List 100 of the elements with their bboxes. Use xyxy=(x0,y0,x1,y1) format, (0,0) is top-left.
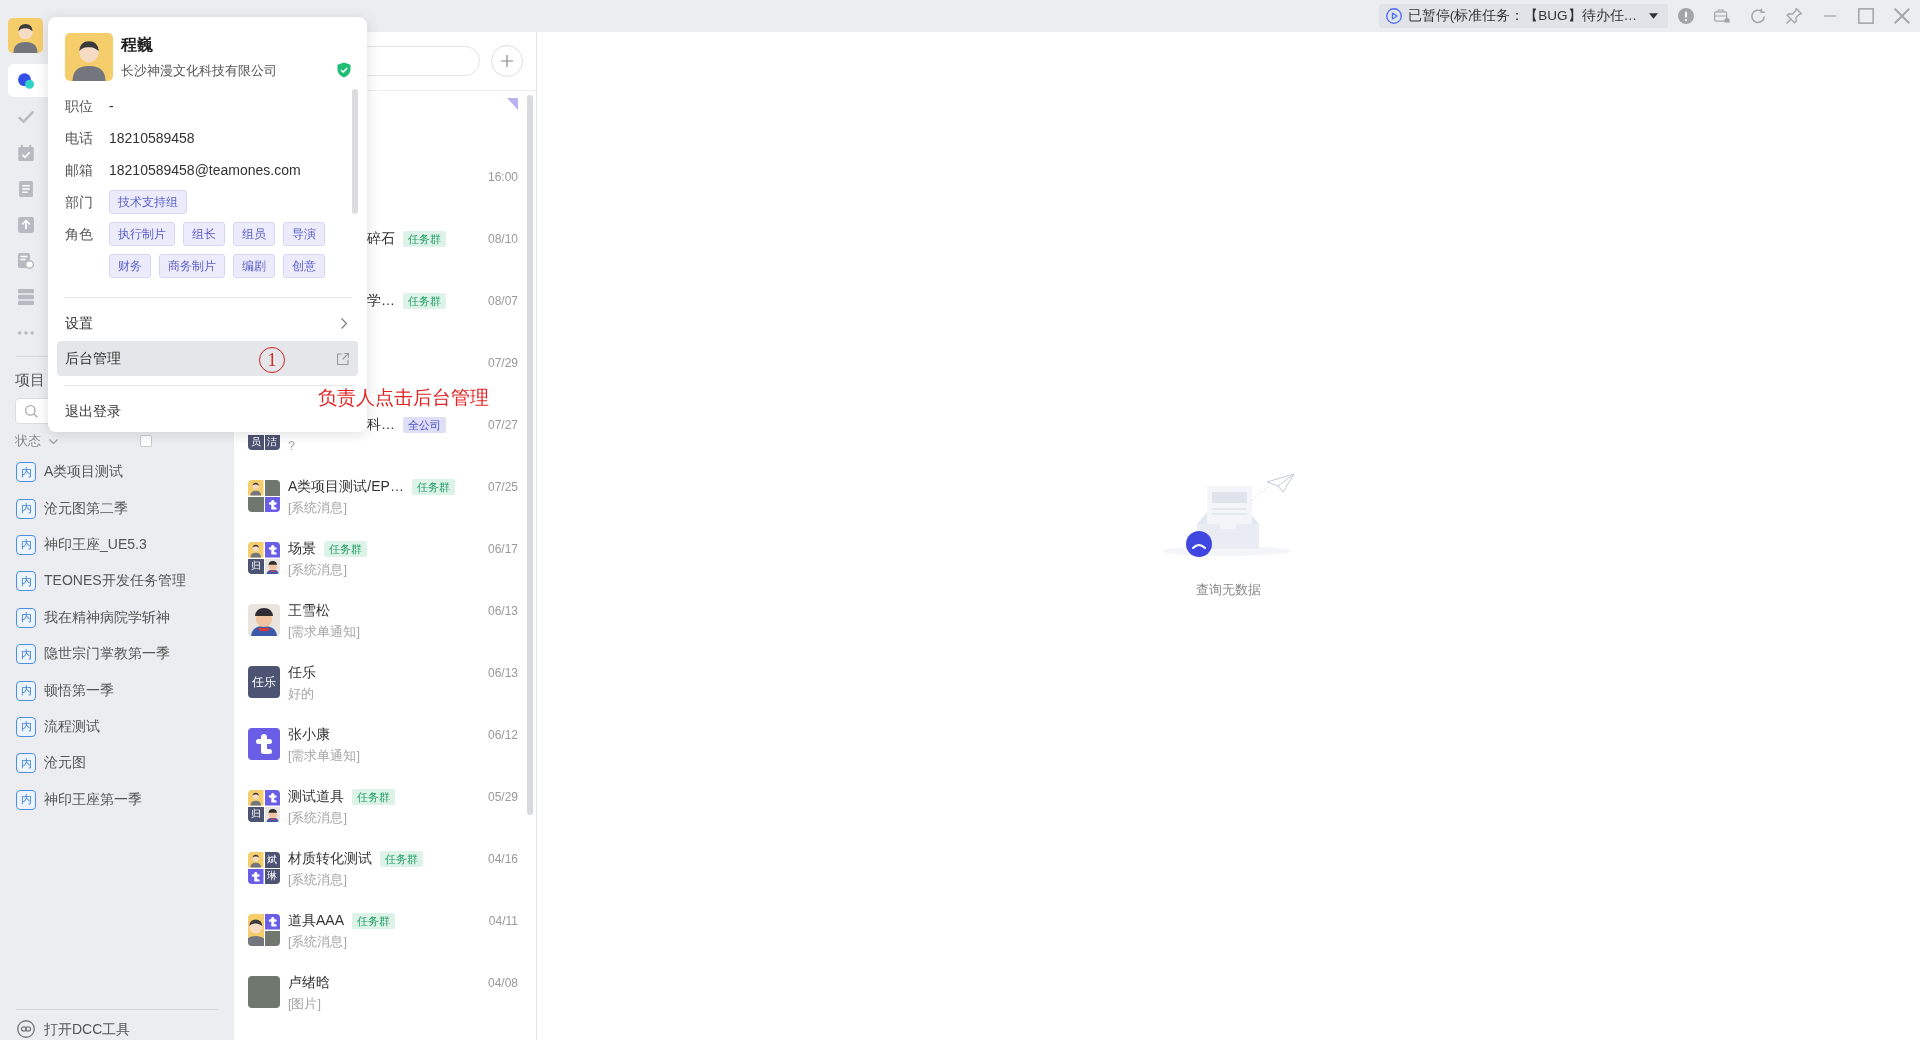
project-item[interactable]: 隐世宗门掌教第一季 xyxy=(44,645,170,664)
project-badge: 内 xyxy=(16,789,36,810)
project-item[interactable]: 沧元图 xyxy=(44,754,86,773)
chat-name: 王雪松 xyxy=(288,602,330,620)
task-timer-button[interactable]: 已暂停(标准任务：【BUG】待办任… xyxy=(1378,4,1668,28)
app-logo-icon xyxy=(264,914,280,930)
name-avatar: 任乐 xyxy=(248,666,280,698)
minimize-icon[interactable] xyxy=(1822,15,1838,17)
chat-time: 05/29 xyxy=(487,790,518,804)
chat-name: 科… xyxy=(367,416,395,434)
chat-time: 06/12 xyxy=(487,728,518,742)
person-silhouette-icon xyxy=(248,914,264,946)
name-avatar: 洁 xyxy=(264,434,280,450)
group-tag: 任务群 xyxy=(380,851,423,867)
chat-name: 学… xyxy=(367,292,395,310)
group-tag: 任务群 xyxy=(352,913,395,929)
document-icon xyxy=(18,180,34,197)
chat-time: 07/27 xyxy=(487,418,518,432)
role-tag: 技术支持组 xyxy=(109,190,187,214)
project-badge: 内 xyxy=(16,680,36,701)
plus-icon xyxy=(501,55,513,67)
chevron-down-icon[interactable] xyxy=(49,438,58,444)
project-badge: 内 xyxy=(16,644,36,665)
chat-time: 06/13 xyxy=(487,666,518,680)
project-item[interactable]: 流程测试 xyxy=(44,717,100,736)
scrollbar[interactable] xyxy=(352,89,358,214)
project-item[interactable]: 顿悟第一季 xyxy=(44,681,114,700)
name-avatar: 员 xyxy=(248,434,264,450)
chat-name: 测试道具 xyxy=(288,788,344,806)
refresh-icon[interactable] xyxy=(1750,8,1766,24)
field-value: 18210589458@teamones.com xyxy=(109,162,301,178)
chevron-right-icon xyxy=(341,318,347,329)
role-tag: 财务 xyxy=(109,254,151,278)
project-badge: 内 xyxy=(16,716,36,737)
maximize-icon[interactable] xyxy=(1858,8,1874,24)
upload-box-icon xyxy=(18,216,34,233)
group-tag: 任务群 xyxy=(411,479,455,495)
add-button[interactable] xyxy=(491,45,523,77)
project-item[interactable]: 神印王座第一季 xyxy=(44,790,142,809)
role-tag: 组长 xyxy=(183,222,225,246)
name-avatar: 斌 xyxy=(264,852,280,868)
section-title: 项目 xyxy=(15,370,45,390)
external-link-icon xyxy=(337,352,349,365)
chat-time: 04/08 xyxy=(487,976,518,990)
pin-icon[interactable] xyxy=(1786,8,1802,24)
role-tag: 商务制片 xyxy=(159,254,225,278)
chat-bubbles-icon xyxy=(18,72,34,89)
chat-name: 场景 xyxy=(288,540,316,558)
scrollbar[interactable] xyxy=(527,95,533,815)
open-tool-link[interactable]: 打开DCC工具 xyxy=(44,1019,131,1039)
chat-time: 16:00 xyxy=(487,170,518,184)
app-logo-icon xyxy=(264,790,280,806)
photo-placeholder xyxy=(264,930,280,946)
info-icon[interactable] xyxy=(1678,8,1694,24)
search-icon xyxy=(25,404,38,418)
person-silhouette-icon xyxy=(248,790,264,806)
person-silhouette-icon[interactable] xyxy=(8,18,43,53)
briefcase-bell-icon[interactable] xyxy=(1714,8,1730,24)
role-tag: 导演 xyxy=(283,222,325,246)
chat-name: 材质转化测试 xyxy=(288,850,372,868)
group-tag: 任务群 xyxy=(324,541,367,557)
cap-figure-icon xyxy=(264,558,280,574)
app-logo-icon xyxy=(248,868,264,884)
close-icon[interactable] xyxy=(1894,8,1910,24)
project-badge: 内 xyxy=(16,607,36,628)
app-logo-icon xyxy=(264,496,280,512)
cap-figure-icon xyxy=(248,604,280,636)
checkbox[interactable] xyxy=(140,435,152,447)
role-tag: 创意 xyxy=(283,254,325,278)
project-item[interactable]: 沧元图第二季 xyxy=(44,499,128,518)
project-item[interactable]: 神印王座_UE5.3 xyxy=(44,535,147,554)
message-preview: [系统消息] xyxy=(288,872,347,889)
chat-name: 道具AAA xyxy=(288,912,344,930)
message-preview: 好的 xyxy=(288,686,314,703)
photo-placeholder xyxy=(248,496,264,512)
cap-figure-icon xyxy=(264,806,280,822)
chat-name: 张小康 xyxy=(288,726,330,744)
project-item[interactable]: TEONES开发任务管理 xyxy=(44,572,186,591)
project-badge: 内 xyxy=(16,534,36,555)
menu-item[interactable]: 退出登录 xyxy=(57,394,130,429)
link-circle-icon xyxy=(17,1020,35,1038)
name-avatar: 归 xyxy=(248,806,264,822)
group-tag: 任务群 xyxy=(403,231,446,247)
chat-time: 08/10 xyxy=(487,232,518,246)
message-preview: [图片] xyxy=(288,996,321,1013)
message-preview: [系统消息] xyxy=(288,810,347,827)
group-tag: 任务群 xyxy=(352,789,395,805)
project-item[interactable]: 我在精神病院学斩神 xyxy=(44,608,170,627)
message-preview: [需求单通知] xyxy=(288,624,360,641)
field-label: 角色 xyxy=(65,225,94,244)
name-avatar: 琳 xyxy=(264,868,280,884)
chat-time: 04/11 xyxy=(488,914,518,928)
nav-item[interactable] xyxy=(8,64,48,97)
message-preview: [系统消息] xyxy=(288,562,347,579)
field-label: 部门 xyxy=(65,193,94,212)
field-label: 邮箱 xyxy=(65,161,94,180)
project-item[interactable]: A类项目测试 xyxy=(44,463,124,482)
menu-item[interactable]: 设置 xyxy=(57,306,358,341)
company-name: 长沙神漫文化科技有限公司 xyxy=(121,62,278,80)
checkmark-icon xyxy=(18,108,34,125)
